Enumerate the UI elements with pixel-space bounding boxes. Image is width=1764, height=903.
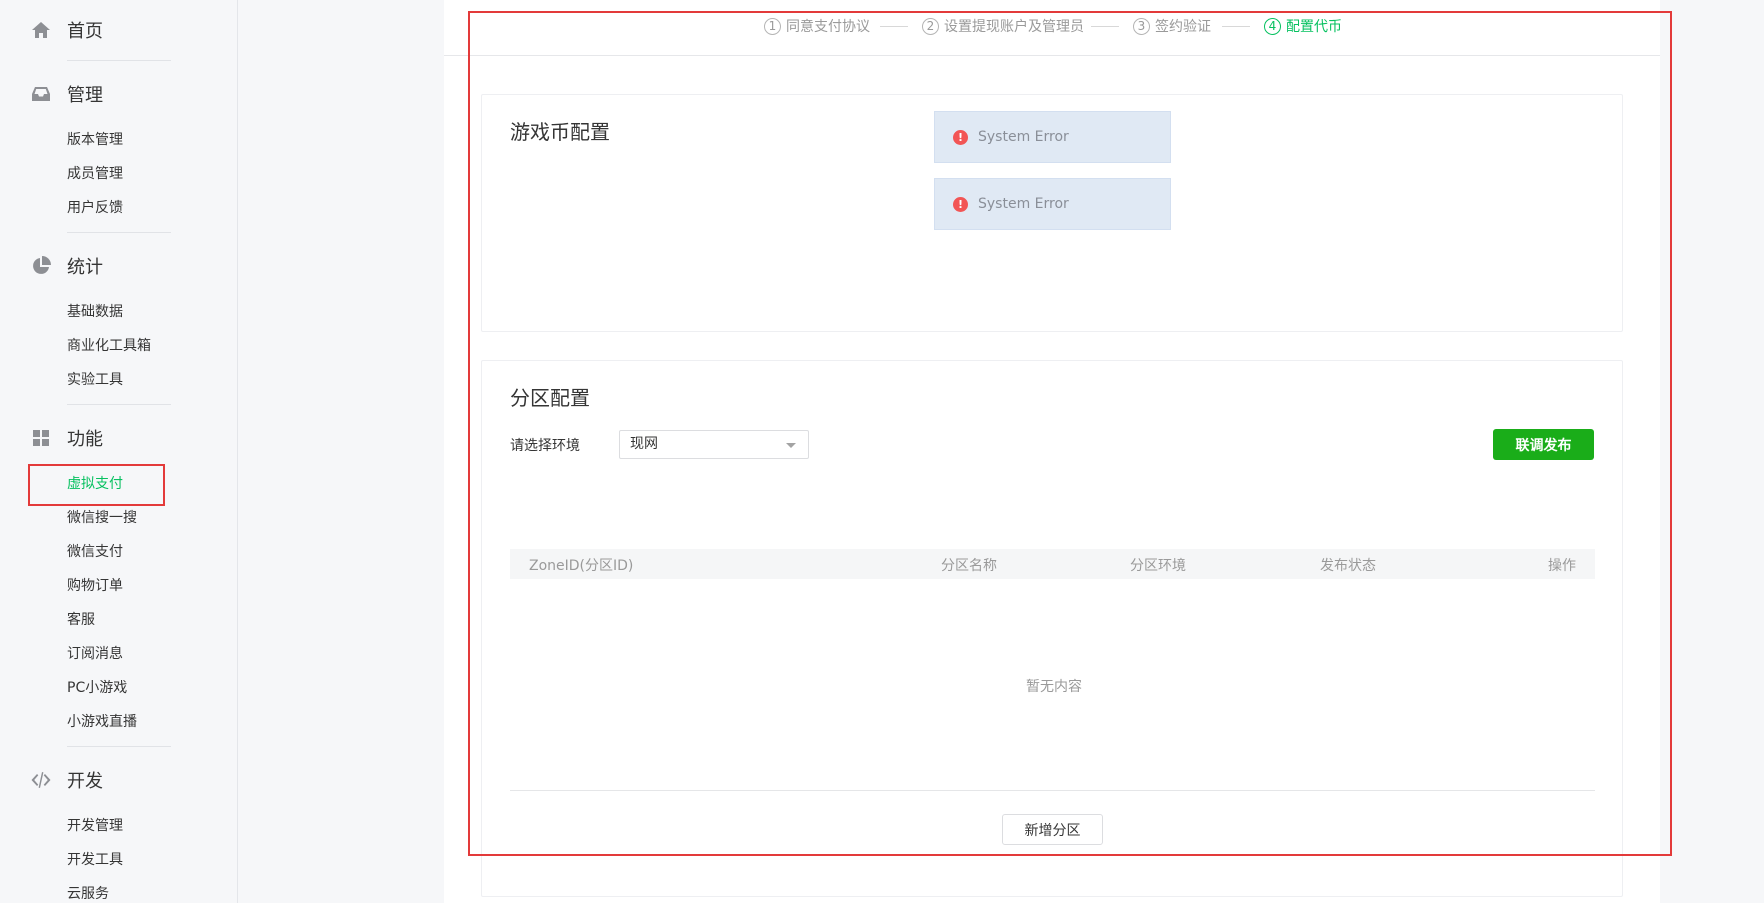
step-label: 设置提现账户及管理员 bbox=[944, 19, 1084, 35]
home-icon bbox=[30, 19, 52, 41]
coin-config-title: 游戏币配置 bbox=[510, 120, 610, 144]
sidebar-item-subscribe[interactable]: 订阅消息 bbox=[67, 644, 123, 664]
step-1: 1 同意支付协议 bbox=[764, 15, 870, 37]
step-4: 4 配置代币 bbox=[1264, 15, 1342, 37]
env-label: 请选择环境 bbox=[510, 438, 580, 454]
nav-home-label: 首页 bbox=[67, 21, 103, 42]
column-header-zone-id: ZoneID(分区ID) bbox=[529, 558, 634, 574]
error-text: System Error bbox=[978, 129, 1069, 145]
publish-button[interactable]: 联调发布 bbox=[1493, 429, 1594, 460]
step-2: 2 设置提现账户及管理员 bbox=[922, 15, 1084, 37]
divider bbox=[67, 746, 171, 747]
nav-section-features-label: 功能 bbox=[67, 429, 103, 450]
sidebar-item-dev-manage[interactable]: 开发管理 bbox=[67, 816, 123, 836]
nav-section-stats-label: 统计 bbox=[67, 257, 103, 278]
sidebar-item-members[interactable]: 成员管理 bbox=[67, 164, 123, 184]
step-number: 3 bbox=[1133, 17, 1150, 35]
sidebar-item-pc-game[interactable]: PC小游戏 bbox=[67, 678, 127, 698]
step-label: 同意支付协议 bbox=[786, 19, 870, 35]
step-connector bbox=[880, 26, 908, 27]
step-connector bbox=[1222, 26, 1250, 27]
nav-section-features[interactable]: 功能 bbox=[30, 423, 103, 453]
step-number: 2 bbox=[922, 17, 939, 35]
column-header-zone-name: 分区名称 bbox=[941, 558, 997, 574]
column-header-actions: 操作 bbox=[1548, 558, 1576, 574]
error-icon: ! bbox=[953, 196, 968, 212]
sidebar-item-dev-tools[interactable]: 开发工具 bbox=[67, 850, 123, 870]
env-select[interactable]: 现网 bbox=[619, 430, 809, 459]
inbox-icon bbox=[30, 83, 52, 105]
sidebar-item-wechat-pay[interactable]: 微信支付 bbox=[67, 542, 123, 562]
table-header: ZoneID(分区ID) 分区名称 分区环境 发布状态 操作 bbox=[510, 549, 1595, 579]
nav-section-dev-label: 开发 bbox=[67, 771, 103, 792]
sidebar-item-commercial-tools[interactable]: 商业化工具箱 bbox=[67, 336, 151, 356]
step-connector bbox=[1091, 26, 1119, 27]
nav-home[interactable]: 首页 bbox=[30, 15, 103, 45]
grid-icon bbox=[30, 427, 52, 449]
sidebar-item-experiment[interactable]: 实验工具 bbox=[67, 370, 123, 390]
env-select-value: 现网 bbox=[630, 436, 658, 452]
zone-config-title: 分区配置 bbox=[510, 386, 590, 410]
column-header-publish-status: 发布状态 bbox=[1320, 558, 1376, 574]
sidebar: 首页 管理 版本管理 成员管理 用户反馈 统计 基础数据 商业化工具箱 实验工具… bbox=[0, 0, 238, 903]
step-3: 3 签约验证 bbox=[1133, 15, 1211, 37]
error-message: ! System Error bbox=[934, 111, 1171, 163]
nav-section-manage-label: 管理 bbox=[67, 85, 103, 106]
sidebar-item-orders[interactable]: 购物订单 bbox=[67, 576, 123, 596]
sidebar-item-version[interactable]: 版本管理 bbox=[67, 130, 123, 150]
error-icon: ! bbox=[953, 129, 968, 145]
pie-chart-icon bbox=[30, 255, 52, 277]
sidebar-item-service[interactable]: 客服 bbox=[67, 610, 95, 630]
sidebar-item-basic-data[interactable]: 基础数据 bbox=[67, 302, 123, 322]
column-header-zone-env: 分区环境 bbox=[1130, 558, 1186, 574]
divider bbox=[67, 60, 171, 61]
sidebar-item-live[interactable]: 小游戏直播 bbox=[67, 712, 137, 732]
sidebar-item-wechat-search[interactable]: 微信搜一搜 bbox=[67, 508, 137, 528]
nav-section-dev[interactable]: 开发 bbox=[30, 765, 103, 795]
step-number: 1 bbox=[764, 17, 781, 35]
nav-section-manage[interactable]: 管理 bbox=[30, 79, 103, 109]
sidebar-item-cloud[interactable]: 云服务 bbox=[67, 884, 109, 903]
empty-state: 暂无内容 bbox=[1026, 679, 1082, 695]
error-text: System Error bbox=[978, 196, 1069, 212]
divider bbox=[67, 232, 171, 233]
table-bottom-border bbox=[510, 790, 1595, 791]
add-zone-button[interactable]: 新增分区 bbox=[1002, 814, 1103, 845]
error-message: ! System Error bbox=[934, 178, 1171, 230]
nav-section-stats[interactable]: 统计 bbox=[30, 251, 103, 281]
step-number: 4 bbox=[1264, 17, 1281, 35]
chevron-down-icon bbox=[786, 443, 796, 448]
sidebar-item-feedback[interactable]: 用户反馈 bbox=[67, 198, 123, 218]
active-item-highlight bbox=[28, 464, 165, 506]
step-label: 配置代币 bbox=[1286, 19, 1342, 35]
step-label: 签约验证 bbox=[1155, 19, 1211, 35]
divider bbox=[67, 404, 171, 405]
code-icon bbox=[30, 769, 52, 791]
